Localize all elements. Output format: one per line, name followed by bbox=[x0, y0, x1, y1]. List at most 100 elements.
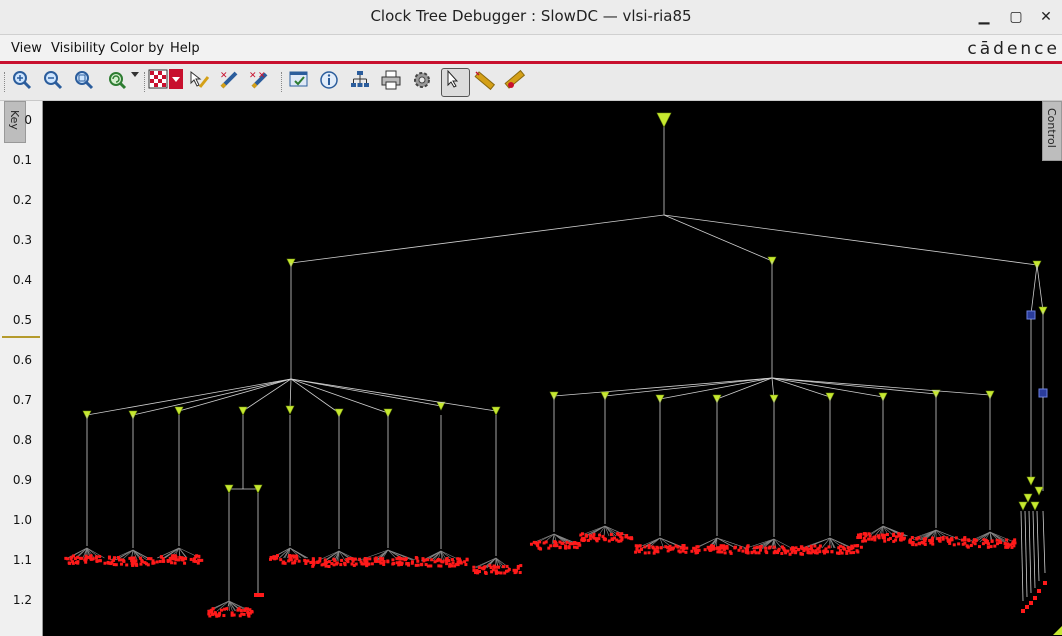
pointer-icon[interactable] bbox=[441, 68, 470, 97]
sink-cell[interactable] bbox=[1037, 589, 1041, 593]
hierarchy-icon[interactable] bbox=[349, 69, 375, 95]
sink-cluster[interactable] bbox=[109, 549, 159, 567]
tree-edge bbox=[663, 214, 1038, 266]
menu-view[interactable]: View bbox=[11, 41, 42, 56]
sink-cluster[interactable] bbox=[800, 537, 863, 555]
maximize-icon[interactable]: ▢ bbox=[1006, 8, 1026, 26]
axis-tick: 0 bbox=[24, 113, 32, 127]
buffer-node[interactable] bbox=[491, 406, 501, 416]
clock-tree-graph[interactable] bbox=[43, 101, 1062, 636]
buffer-node[interactable] bbox=[1018, 501, 1028, 511]
tree-edge bbox=[289, 378, 292, 411]
buffer-node[interactable] bbox=[1034, 486, 1044, 496]
menu-color-by[interactable]: Color by bbox=[110, 41, 164, 56]
tree-edge bbox=[1024, 510, 1028, 598]
y-axis: Key 0 0.1 0.2 0.3 0.4 0.5 0.6 0.7 0.8 0.… bbox=[0, 101, 43, 636]
buffer-node[interactable] bbox=[1030, 501, 1040, 511]
axis-tick: 1.0 bbox=[12, 513, 32, 527]
sink-cluster[interactable] bbox=[207, 600, 254, 618]
highlight-pen-icon[interactable]: ✕ bbox=[218, 69, 244, 95]
zoom-out-icon[interactable] bbox=[42, 69, 68, 95]
ruler-clear-icon[interactable] bbox=[503, 69, 529, 95]
dropdown-arrow-icon[interactable] bbox=[130, 69, 144, 95]
buffer-node[interactable] bbox=[1023, 493, 1033, 503]
buffer-node[interactable] bbox=[285, 405, 295, 415]
toolbar-separator bbox=[281, 72, 284, 92]
module-node[interactable] bbox=[1026, 310, 1036, 320]
tree-edge bbox=[242, 378, 292, 412]
zoom-fit-icon[interactable] bbox=[73, 69, 99, 95]
sink-cluster[interactable] bbox=[360, 549, 419, 567]
minimize-icon[interactable]: ▁ bbox=[974, 8, 994, 26]
sink-cluster[interactable] bbox=[856, 525, 908, 543]
tree-edge bbox=[1036, 510, 1040, 582]
sink-cluster[interactable] bbox=[472, 557, 523, 575]
checker-pattern-icon[interactable] bbox=[148, 69, 170, 95]
info-icon[interactable] bbox=[318, 69, 344, 95]
menu-help[interactable]: Help bbox=[170, 41, 200, 56]
settings-icon[interactable] bbox=[411, 69, 437, 95]
buffer-node[interactable] bbox=[238, 406, 248, 416]
sink-cell[interactable] bbox=[1025, 605, 1029, 609]
svg-text:✕: ✕ bbox=[258, 71, 266, 81]
control-tab[interactable]: Control bbox=[1042, 101, 1062, 161]
sink-cluster[interactable] bbox=[579, 525, 634, 543]
sink-cluster[interactable] bbox=[908, 529, 967, 547]
clear-pen-icon[interactable]: ✕ ✕ bbox=[248, 69, 274, 95]
menu-visibility[interactable]: Visibility bbox=[51, 41, 105, 56]
key-tab[interactable]: Key bbox=[4, 101, 26, 143]
axis-tick: 0.7 bbox=[12, 393, 32, 407]
svg-text:✕: ✕ bbox=[220, 71, 228, 81]
buffer-node[interactable] bbox=[1026, 476, 1036, 486]
module-node[interactable] bbox=[1038, 388, 1048, 398]
tree-edge bbox=[290, 214, 665, 264]
sink-cell[interactable] bbox=[1029, 601, 1033, 605]
window-title: Clock Tree Debugger : SlowDC — vlsi-ria8… bbox=[370, 7, 692, 25]
toolbar: ✕ ✕ ✕ bbox=[0, 64, 1062, 101]
tree-edge bbox=[178, 378, 292, 412]
sink-cluster[interactable] bbox=[965, 531, 1017, 549]
root-clock-source[interactable] bbox=[656, 112, 672, 128]
sink-cluster[interactable] bbox=[743, 538, 807, 556]
refresh-icon[interactable] bbox=[106, 69, 132, 95]
resize-handle-icon[interactable] bbox=[1053, 626, 1062, 635]
sink-cluster[interactable] bbox=[156, 547, 204, 565]
window-check-icon[interactable] bbox=[288, 69, 314, 95]
print-icon[interactable] bbox=[380, 69, 406, 95]
tree-edge bbox=[132, 378, 292, 416]
sink-cell[interactable] bbox=[1021, 609, 1025, 613]
color-dropdown-icon[interactable] bbox=[169, 69, 185, 95]
axis-tick: 0.5 bbox=[12, 313, 32, 327]
ruler-icon[interactable] bbox=[473, 69, 499, 95]
sink-cluster[interactable] bbox=[690, 537, 750, 555]
select-pen-icon[interactable] bbox=[188, 69, 214, 95]
tree-edge bbox=[771, 377, 991, 396]
sink-cluster[interactable] bbox=[311, 550, 369, 568]
menu-bar: View Visibility Color by Help cādence bbox=[0, 35, 1062, 64]
sink-cell[interactable] bbox=[254, 593, 264, 597]
axis-tick: 0.9 bbox=[12, 473, 32, 487]
control-tab-label: Control bbox=[1045, 108, 1058, 148]
title-bar: Clock Tree Debugger : SlowDC — vlsi-ria8… bbox=[0, 0, 1062, 35]
axis-tick: 0.8 bbox=[12, 433, 32, 447]
tree-edge bbox=[1020, 510, 1024, 602]
close-icon[interactable]: ✕ bbox=[1036, 8, 1056, 26]
tree-edge bbox=[1042, 510, 1046, 574]
skew-marker bbox=[2, 336, 40, 338]
sink-cluster[interactable] bbox=[529, 533, 582, 551]
clock-tree-canvas[interactable]: Control bbox=[43, 101, 1062, 636]
sink-cluster[interactable] bbox=[416, 550, 469, 568]
sink-cluster[interactable] bbox=[64, 547, 111, 565]
tree-edge bbox=[290, 378, 497, 412]
tree-edge bbox=[1036, 264, 1044, 312]
sink-cell[interactable] bbox=[1033, 596, 1037, 600]
key-tab-label: Key bbox=[8, 110, 21, 130]
tree-edge bbox=[86, 378, 292, 416]
sink-cluster[interactable] bbox=[634, 537, 689, 555]
axis-tick: 1.1 bbox=[12, 553, 32, 567]
sink-cluster[interactable] bbox=[269, 547, 313, 565]
axis-tick: 0.4 bbox=[12, 273, 32, 287]
buffer-node[interactable] bbox=[174, 406, 184, 416]
zoom-in-icon[interactable] bbox=[11, 69, 37, 95]
sink-cell[interactable] bbox=[1043, 581, 1047, 585]
